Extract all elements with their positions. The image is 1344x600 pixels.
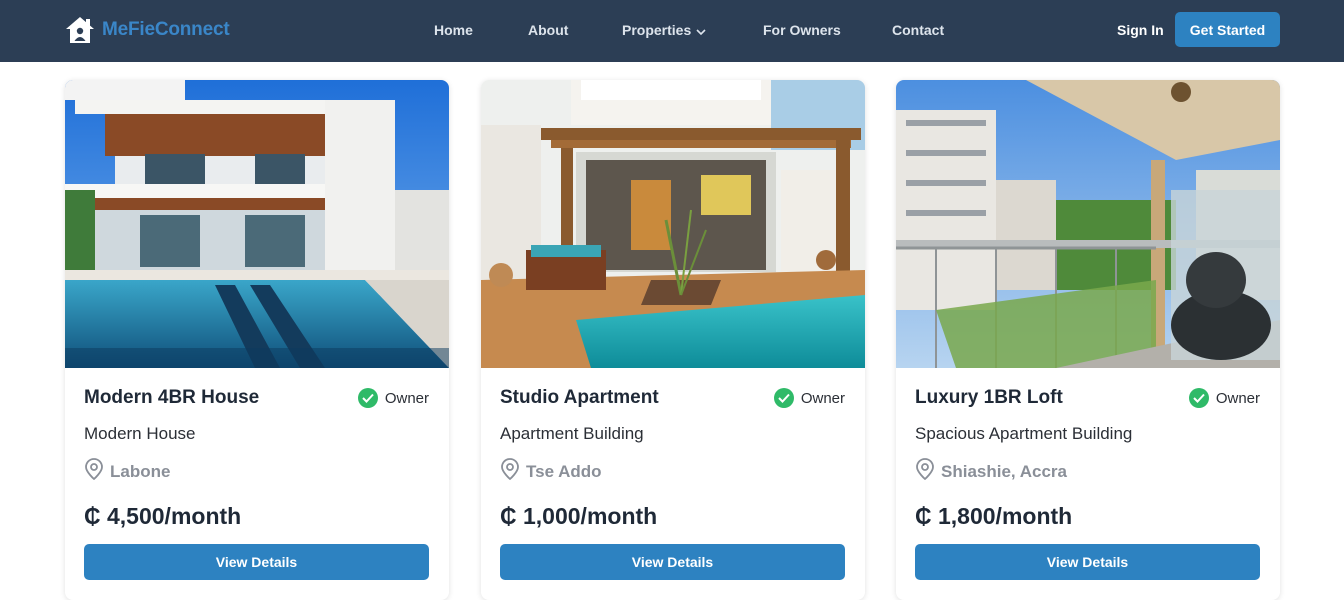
house-icon — [64, 15, 96, 45]
view-details-button[interactable]: View Details — [915, 544, 1260, 580]
check-circle-icon — [1188, 388, 1209, 408]
map-pin-icon — [500, 458, 520, 485]
listing-price: ₵ 4,500/month — [84, 503, 242, 529]
check-circle-icon — [773, 388, 794, 408]
brand-name: MeFieConnect — [102, 19, 230, 40]
listing-title: Luxury 1BR Loft — [915, 387, 1063, 408]
get-started-button[interactable]: Get Started — [1175, 12, 1280, 47]
chevron-down-icon — [696, 23, 706, 39]
owner-badge: Owner — [773, 388, 845, 408]
location-text: Tse Addo — [526, 461, 602, 481]
property-location: Tse Addo — [500, 458, 602, 485]
nav-properties[interactable]: Properties — [622, 22, 706, 39]
property-photo[interactable] — [65, 80, 449, 368]
owner-badge: Owner — [357, 388, 429, 408]
owner-badge-label: Owner — [800, 389, 845, 407]
owner-badge-label: Owner — [384, 389, 429, 407]
listing-title: Studio Apartment — [500, 387, 659, 408]
map-pin-icon — [915, 458, 935, 485]
check-circle-icon — [357, 388, 378, 408]
property-photo[interactable] — [481, 80, 865, 368]
top-navbar: MeFieConnect Home About Properties For O… — [0, 0, 1344, 62]
view-details-button[interactable]: View Details — [500, 544, 845, 580]
nav-contact[interactable]: Contact — [892, 22, 944, 38]
owner-badge-label: Owner — [1215, 389, 1260, 407]
nav-for-owners[interactable]: For Owners — [763, 22, 841, 38]
property-type: Spacious Apartment Building — [915, 424, 1133, 443]
sign-in-link[interactable]: Sign In — [1117, 22, 1164, 38]
map-pin-icon — [84, 458, 104, 485]
property-location: Labone — [84, 458, 170, 485]
location-text: Shiashie, Accra — [941, 461, 1067, 481]
listing-price: ₵ 1,800/month — [915, 503, 1073, 529]
view-details-button[interactable]: View Details — [84, 544, 429, 580]
brand-logo[interactable]: MeFieConnect — [64, 14, 230, 46]
property-type: Modern House — [84, 424, 196, 443]
property-location: Shiashie, Accra — [915, 458, 1067, 485]
nav-about[interactable]: About — [528, 22, 568, 38]
nav-properties-label: Properties — [622, 22, 692, 38]
owner-badge: Owner — [1188, 388, 1260, 408]
listing-card: Modern 4BR House Owner Modern House Labo… — [65, 80, 449, 600]
property-photo[interactable] — [896, 80, 1280, 368]
listing-price: ₵ 1,000/month — [500, 503, 658, 529]
location-text: Labone — [110, 461, 171, 481]
property-type: Apartment Building — [500, 424, 644, 443]
listing-title: Modern 4BR House — [84, 387, 260, 408]
nav-home[interactable]: Home — [434, 22, 473, 38]
listing-card: Studio Apartment Owner Apartment Buildin… — [481, 80, 865, 600]
listing-card: Luxury 1BR Loft Owner Spacious Apartment… — [896, 80, 1280, 600]
